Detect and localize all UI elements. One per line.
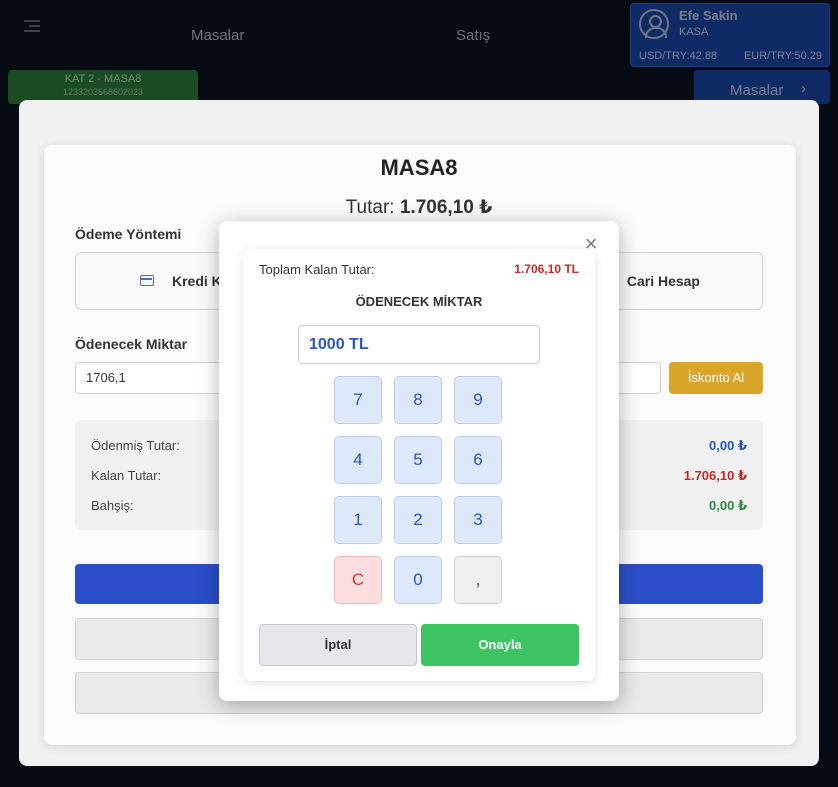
total-label: Tutar: <box>345 197 395 218</box>
key-4[interactable]: 4 <box>334 436 382 484</box>
total-amount: Tutar: 1.706,10 ₺ <box>19 196 819 219</box>
numpad-modal: × Toplam Kalan Tutar: 1.706,10 TL ÖDENEC… <box>219 221 619 701</box>
cancel-button[interactable]: İptal <box>259 624 417 666</box>
method-cari-hesap[interactable]: Cari Hesap <box>627 273 700 289</box>
key-6[interactable]: 6 <box>454 436 502 484</box>
page-title: MASA8 <box>380 155 458 180</box>
remaining-total-value: 1.706,10 TL <box>514 262 579 276</box>
total-value: 1.706,10 ₺ <box>399 197 493 218</box>
discount-button[interactable]: İskonto Al <box>669 362 763 394</box>
numpad-keys: 7 8 9 4 5 6 1 2 3 C 0 , <box>334 376 504 604</box>
numpad-card: Toplam Kalan Tutar: 1.706,10 TL ÖDENECEK… <box>243 249 595 681</box>
payment-method-label: Ödeme Yöntemi <box>75 226 182 242</box>
tip-value: 0,00 ₺ <box>709 498 747 513</box>
remaining-label: Kalan Tutar: <box>91 468 162 483</box>
key-1[interactable]: 1 <box>334 496 382 544</box>
credit-card-icon <box>140 275 154 286</box>
key-clear[interactable]: C <box>334 556 382 604</box>
confirm-button[interactable]: Onayla <box>421 624 579 666</box>
paid-label: Ödenmiş Tutar: <box>91 438 180 453</box>
tip-label: Bahşiş: <box>91 498 134 513</box>
key-5[interactable]: 5 <box>394 436 442 484</box>
numpad-title: ÖDENECEK MİKTAR <box>355 294 483 309</box>
remaining-total-label: Toplam Kalan Tutar: <box>259 262 375 277</box>
key-2[interactable]: 2 <box>394 496 442 544</box>
key-9[interactable]: 9 <box>454 376 502 424</box>
key-8[interactable]: 8 <box>394 376 442 424</box>
remaining-value: 1.706,10 ₺ <box>683 468 747 483</box>
key-0[interactable]: 0 <box>394 556 442 604</box>
key-comma[interactable]: , <box>454 556 502 604</box>
numpad-amount-input[interactable]: 1000 TL <box>298 325 540 364</box>
key-7[interactable]: 7 <box>334 376 382 424</box>
amount-label: Ödenecek Miktar <box>75 336 188 352</box>
paid-value: 0,00 ₺ <box>709 438 747 453</box>
key-3[interactable]: 3 <box>454 496 502 544</box>
